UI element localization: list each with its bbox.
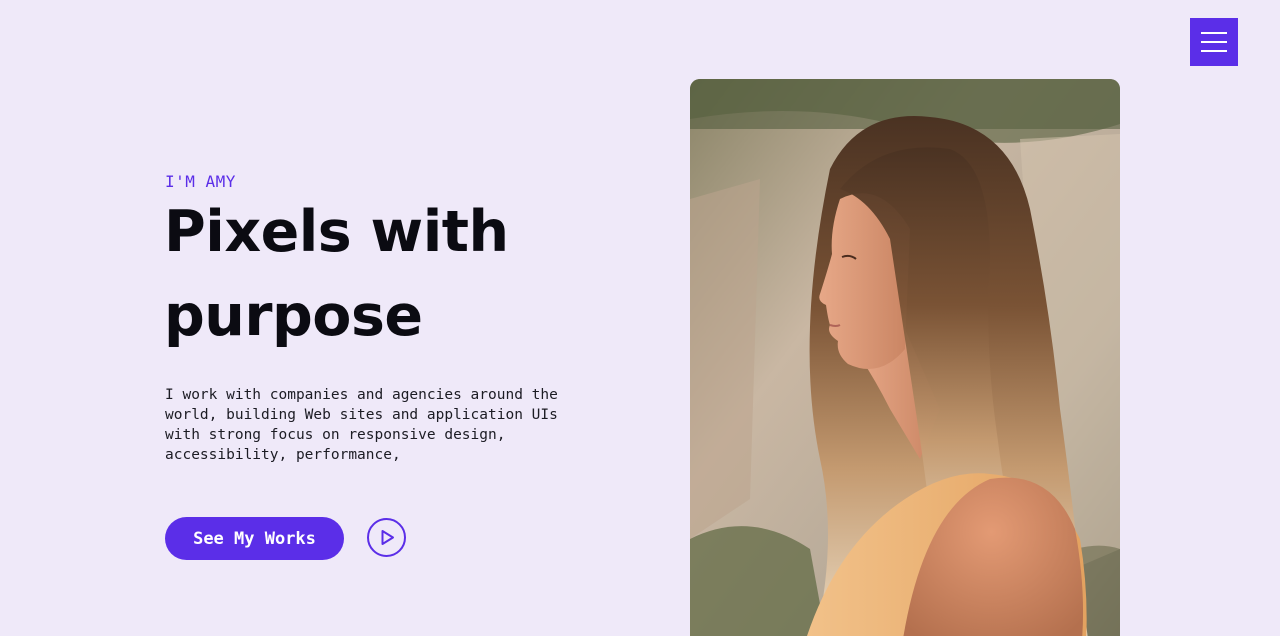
see-my-works-button[interactable]: See My Works	[165, 517, 344, 560]
hamburger-icon-line	[1201, 50, 1227, 52]
play-icon	[381, 530, 394, 545]
headline-line-1: Pixels with	[164, 199, 509, 265]
hero-headline: Pixels with purpose	[164, 190, 624, 358]
hero-page: I'M AMY Pixels with purpose I work with …	[0, 0, 1280, 636]
play-video-button[interactable]	[367, 518, 406, 557]
hamburger-icon	[1201, 32, 1227, 34]
hero-portrait-image	[690, 79, 1120, 636]
hamburger-icon-line	[1201, 41, 1227, 43]
hero-eyebrow: I'M AMY	[165, 172, 236, 191]
menu-button[interactable]	[1190, 18, 1238, 66]
headline-line-2: purpose	[164, 283, 423, 349]
hero-description: I work with companies and agencies aroun…	[165, 387, 558, 463]
